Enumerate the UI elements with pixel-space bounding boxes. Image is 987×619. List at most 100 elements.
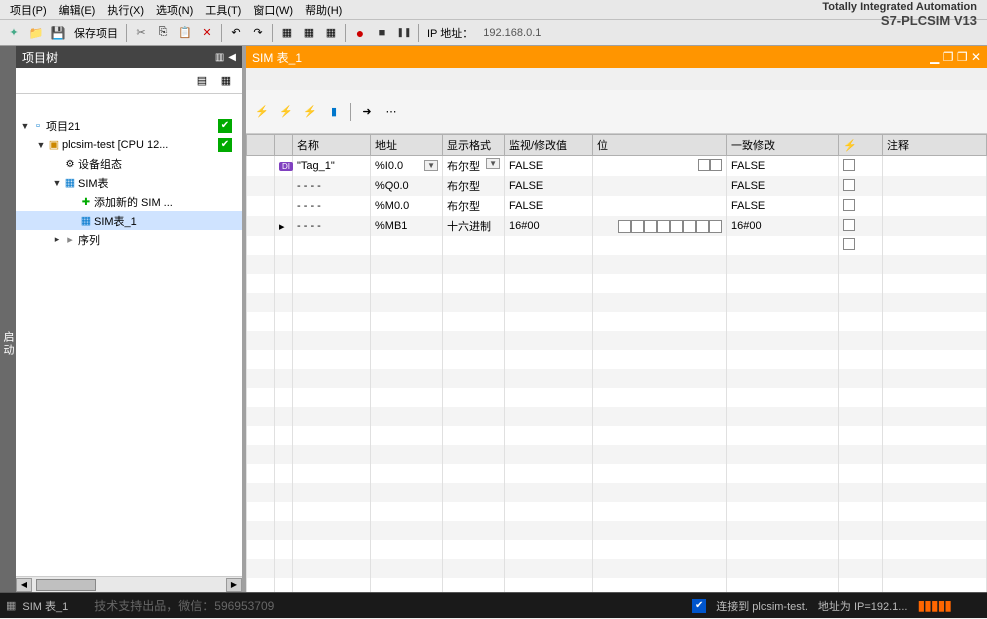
table-cell[interactable] [883, 196, 987, 216]
tree-item[interactable]: 设备组态 [16, 154, 242, 173]
tree-item[interactable]: ▸序列 [16, 230, 242, 249]
tree-expander-icon[interactable]: ▼ [20, 121, 30, 131]
table-cell[interactable]: 16#00 [727, 216, 839, 236]
table-cell[interactable] [883, 236, 987, 255]
table-cell[interactable]: %M0.0 [371, 196, 443, 216]
flash-checkbox[interactable] [843, 179, 855, 191]
tree-expander-icon[interactable]: ▼ [52, 178, 62, 188]
table-cell[interactable] [593, 176, 727, 196]
table-cell[interactable] [275, 236, 293, 255]
table-cell[interactable] [593, 236, 727, 255]
bit-checkbox[interactable] [631, 220, 644, 233]
scroll-left-icon[interactable]: ◀ [16, 578, 32, 592]
table-cell[interactable] [883, 216, 987, 236]
table-cell[interactable] [593, 216, 727, 236]
tree-item[interactable]: ▼项目21✔ [16, 116, 242, 135]
new-icon[interactable] [4, 23, 24, 43]
col-comment[interactable]: 注释 [883, 135, 987, 156]
table-cell[interactable]: 布尔型▼ [443, 156, 505, 177]
table-cell[interactable] [371, 236, 443, 255]
table-cell[interactable]: "Tag_1" [293, 156, 371, 177]
table-cell[interactable] [247, 196, 275, 216]
table-cell[interactable] [839, 176, 883, 196]
dropdown-icon[interactable]: ▼ [486, 158, 500, 169]
table-cell[interactable]: - - - - [293, 216, 371, 236]
project-tree-body[interactable]: ▼项目21✔▼plcsim-test [CPU 12...✔设备组态▼SIM表添… [16, 94, 242, 576]
bit-checkbox[interactable] [683, 220, 696, 233]
menu-options[interactable]: 选项(N) [150, 0, 199, 20]
col-name[interactable]: 名称 [293, 135, 371, 156]
bit-checkbox[interactable] [618, 220, 631, 233]
open-icon[interactable] [26, 23, 46, 43]
table-cell[interactable]: 16#00 [505, 216, 593, 236]
menu-edit[interactable]: 编辑(E) [53, 0, 102, 20]
flash-checkbox[interactable] [843, 219, 855, 231]
table-cell[interactable] [727, 236, 839, 255]
tree-item[interactable]: SIM表_1 [16, 211, 242, 230]
tree-grid-icon[interactable] [192, 71, 212, 91]
tree-item[interactable]: ▼plcsim-test [CPU 12...✔ [16, 135, 242, 154]
table-cell[interactable] [883, 176, 987, 196]
table-cell[interactable] [275, 176, 293, 196]
table-row[interactable]: - - - -%M0.0布尔型FALSEFALSE [247, 196, 987, 216]
col-bits[interactable]: 位 [593, 135, 727, 156]
tree-collapse-icon[interactable]: ▥ [215, 52, 224, 63]
layout2-icon[interactable] [299, 23, 319, 43]
bit-checkbox[interactable] [710, 159, 722, 171]
menu-tools[interactable]: 工具(T) [199, 0, 247, 20]
table-cell[interactable]: - - - - [293, 196, 371, 216]
table-row[interactable]: - - - -%Q0.0布尔型FALSEFALSE [247, 176, 987, 196]
table-cell[interactable]: %I0.0▼ [371, 156, 443, 177]
record-icon[interactable] [350, 23, 370, 43]
col-flash[interactable] [839, 135, 883, 156]
table-cell[interactable] [593, 196, 727, 216]
tree-item[interactable]: ▼SIM表 [16, 173, 242, 192]
table-cell[interactable] [275, 196, 293, 216]
flash-checkbox[interactable] [843, 238, 855, 250]
flash-all-icon[interactable] [300, 102, 320, 122]
col-fmt[interactable]: 显示格式 [443, 135, 505, 156]
table-cell[interactable]: FALSE [727, 176, 839, 196]
save-icon[interactable] [48, 23, 68, 43]
table-cell[interactable]: - - - - [293, 176, 371, 196]
table-row[interactable]: ▸- - - -%MB1十六进制16#0016#00 [247, 216, 987, 236]
table-cell[interactable] [247, 156, 275, 177]
bit-checkbox[interactable] [696, 220, 709, 233]
table-cell[interactable]: FALSE [505, 156, 593, 177]
menu-help[interactable]: 帮助(H) [299, 0, 348, 20]
table-cell[interactable] [839, 216, 883, 236]
tree-list-icon[interactable] [216, 71, 236, 91]
table-cell[interactable]: FALSE [505, 196, 593, 216]
table-cell[interactable] [443, 236, 505, 255]
export-icon[interactable] [357, 102, 377, 122]
flash-checkbox[interactable] [843, 199, 855, 211]
col-addr[interactable]: 地址 [371, 135, 443, 156]
paste-icon[interactable] [175, 23, 195, 43]
table-cell[interactable] [839, 196, 883, 216]
table-cell[interactable]: 布尔型 [443, 196, 505, 216]
bit-checkbox[interactable] [709, 220, 722, 233]
table-cell[interactable]: 十六进制 [443, 216, 505, 236]
undo-icon[interactable] [226, 23, 246, 43]
layout-icon[interactable] [277, 23, 297, 43]
menu-execute[interactable]: 执行(X) [101, 0, 150, 20]
restore-icon[interactable] [957, 50, 968, 64]
col-marker[interactable] [275, 135, 293, 156]
maximize-icon[interactable] [943, 50, 954, 64]
table-cell[interactable]: FALSE [727, 196, 839, 216]
menu-window[interactable]: 窗口(W) [247, 0, 299, 20]
tool-extra-icon[interactable]: ⋯ [381, 102, 401, 122]
flash-checkbox[interactable] [843, 159, 855, 171]
redo-icon[interactable] [248, 23, 268, 43]
bit-checkbox[interactable] [698, 159, 710, 171]
delete-icon[interactable] [197, 23, 217, 43]
bit-checkbox[interactable] [644, 220, 657, 233]
side-tab-start[interactable]: 启动 [0, 46, 16, 592]
table-cell[interactable]: FALSE [505, 176, 593, 196]
table-row[interactable] [247, 236, 987, 255]
tree-expander-icon[interactable]: ▼ [36, 140, 46, 150]
modify-icon[interactable] [276, 102, 296, 122]
close-icon[interactable] [971, 50, 981, 64]
table-cell[interactable] [883, 156, 987, 177]
col-mod[interactable]: 一致修改 [727, 135, 839, 156]
